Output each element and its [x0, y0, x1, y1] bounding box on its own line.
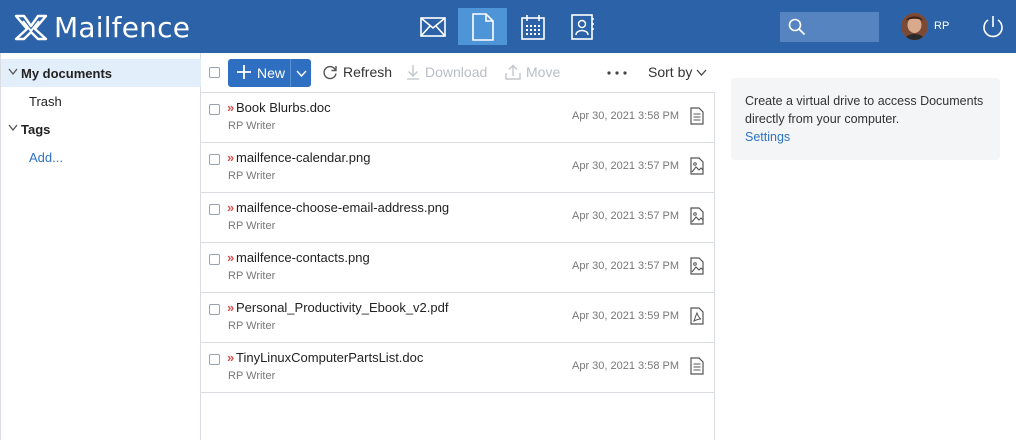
- refresh-label: Refresh: [343, 64, 393, 80]
- image-file-icon: [690, 207, 704, 225]
- unread-marker: »: [227, 200, 235, 215]
- add-tag-link[interactable]: Add...: [1, 143, 201, 171]
- sidebar-item-label: Trash: [29, 93, 62, 109]
- file-owner: RP Writer: [228, 370, 276, 382]
- chevron-down-icon[interactable]: [8, 68, 18, 76]
- row-checkbox[interactable]: [209, 204, 220, 215]
- list-item[interactable]: » mailfence-calendar.png RP Writer Apr 3…: [201, 143, 715, 193]
- power-icon: [983, 16, 1003, 38]
- mail-app-button[interactable]: [408, 8, 457, 45]
- sidebar-item-label: Tags: [21, 121, 51, 137]
- file-owner: RP Writer: [228, 170, 276, 182]
- doc-file-icon: [690, 107, 704, 125]
- sidebar-item-trash[interactable]: Trash: [1, 87, 201, 115]
- list-item[interactable]: » TinyLinuxComputerPartsList.doc RP Writ…: [201, 343, 715, 393]
- file-date: Apr 30, 2021 3:58 PM: [571, 110, 679, 122]
- logo[interactable]: Mailfence: [14, 10, 190, 44]
- list-item[interactable]: » mailfence-contacts.png RP Writer Apr 3…: [201, 243, 715, 293]
- sidebar-item-tags[interactable]: Tags: [1, 115, 201, 143]
- file-date: Apr 30, 2021 3:57 PM: [571, 160, 679, 172]
- top-bar: Mailfence RP: [0, 0, 1016, 53]
- sidebar-item-my-documents[interactable]: My documents: [1, 59, 201, 87]
- unread-marker: »: [227, 350, 235, 365]
- file-name[interactable]: TinyLinuxComputerPartsList.doc: [236, 350, 423, 365]
- file-name[interactable]: Personal_Productivity_Ebook_v2.pdf: [236, 300, 448, 315]
- calendar-icon: [520, 14, 545, 40]
- row-checkbox[interactable]: [209, 304, 220, 315]
- move-icon: [505, 64, 521, 80]
- file-owner: RP Writer: [228, 120, 276, 132]
- list-item[interactable]: » mailfence-choose-email-address.png RP …: [201, 193, 715, 243]
- download-icon: [407, 65, 419, 80]
- calendar-app-button[interactable]: [508, 8, 557, 45]
- move-label: Move: [526, 64, 561, 80]
- pdf-file-icon: [690, 307, 704, 325]
- sort-by-dropdown[interactable]: Sort by: [648, 64, 707, 80]
- list-item[interactable]: » Personal_Productivity_Ebook_v2.pdf RP …: [201, 293, 715, 343]
- file-name[interactable]: mailfence-contacts.png: [236, 250, 370, 265]
- select-all-checkbox[interactable]: [209, 67, 220, 78]
- new-button-label: New: [257, 65, 286, 81]
- file-owner: RP Writer: [228, 220, 276, 232]
- download-label: Download: [425, 64, 488, 80]
- info-text: Create a virtual drive to access Documen…: [745, 94, 984, 126]
- chevron-down-icon[interactable]: [8, 124, 18, 132]
- chevron-down-icon[interactable]: [296, 70, 307, 77]
- sidebar: My documents Trash Tags Add...: [0, 53, 201, 440]
- file-name[interactable]: mailfence-calendar.png: [236, 150, 370, 165]
- unread-marker: »: [227, 100, 235, 115]
- document-list: » Book Blurbs.doc RP Writer Apr 30, 2021…: [201, 93, 715, 440]
- sidebar-item-label: My documents: [21, 65, 113, 81]
- image-file-icon: [690, 257, 704, 275]
- file-name[interactable]: mailfence-choose-email-address.png: [236, 200, 449, 215]
- brand-name: Mailfence: [54, 10, 191, 44]
- refresh-icon: [323, 65, 337, 80]
- sort-by-label: Sort by: [648, 64, 693, 80]
- row-checkbox[interactable]: [209, 254, 220, 265]
- document-icon: [471, 12, 494, 41]
- move-button[interactable]: Move: [505, 64, 560, 80]
- divider: [290, 59, 291, 87]
- user-initials[interactable]: RP: [934, 20, 949, 32]
- plus-icon: [237, 65, 251, 79]
- file-owner: RP Writer: [228, 270, 276, 282]
- file-name[interactable]: Book Blurbs.doc: [236, 100, 331, 115]
- file-date: Apr 30, 2021 3:59 PM: [571, 310, 679, 322]
- add-tag-label[interactable]: Add...: [29, 150, 63, 165]
- new-button[interactable]: New: [228, 59, 311, 87]
- search-icon: [788, 18, 806, 36]
- more-options-icon[interactable]: [607, 71, 627, 75]
- doc-file-icon: [690, 357, 704, 375]
- unread-marker: »: [227, 250, 235, 265]
- envelope-icon: [419, 16, 446, 37]
- refresh-button[interactable]: Refresh: [322, 64, 392, 80]
- mailfence-logo-icon: [14, 14, 48, 41]
- search-input[interactable]: [780, 12, 879, 42]
- file-date: Apr 30, 2021 3:58 PM: [571, 360, 679, 372]
- contacts-icon: [570, 13, 594, 40]
- logout-button[interactable]: [980, 14, 1006, 40]
- row-checkbox[interactable]: [209, 354, 220, 365]
- image-file-icon: [690, 157, 704, 175]
- unread-marker: »: [227, 300, 235, 315]
- contacts-app-button[interactable]: [558, 8, 607, 45]
- chevron-down-icon: [696, 69, 707, 76]
- file-owner: RP Writer: [228, 320, 276, 332]
- documents-app-button[interactable]: [458, 8, 507, 45]
- unread-marker: »: [227, 150, 235, 165]
- row-checkbox[interactable]: [209, 154, 220, 165]
- settings-link[interactable]: Settings: [745, 128, 986, 146]
- user-avatar-icon: [901, 13, 928, 40]
- virtual-drive-info-card: Create a virtual drive to access Documen…: [731, 78, 1000, 160]
- file-date: Apr 30, 2021 3:57 PM: [571, 210, 679, 222]
- row-checkbox[interactable]: [209, 104, 220, 115]
- list-item[interactable]: » Book Blurbs.doc RP Writer Apr 30, 2021…: [201, 93, 715, 143]
- download-button[interactable]: Download: [406, 64, 487, 80]
- document-toolbar: New Refresh Download Move Sort by: [201, 53, 715, 93]
- avatar[interactable]: [901, 13, 928, 40]
- file-date: Apr 30, 2021 3:57 PM: [571, 260, 679, 272]
